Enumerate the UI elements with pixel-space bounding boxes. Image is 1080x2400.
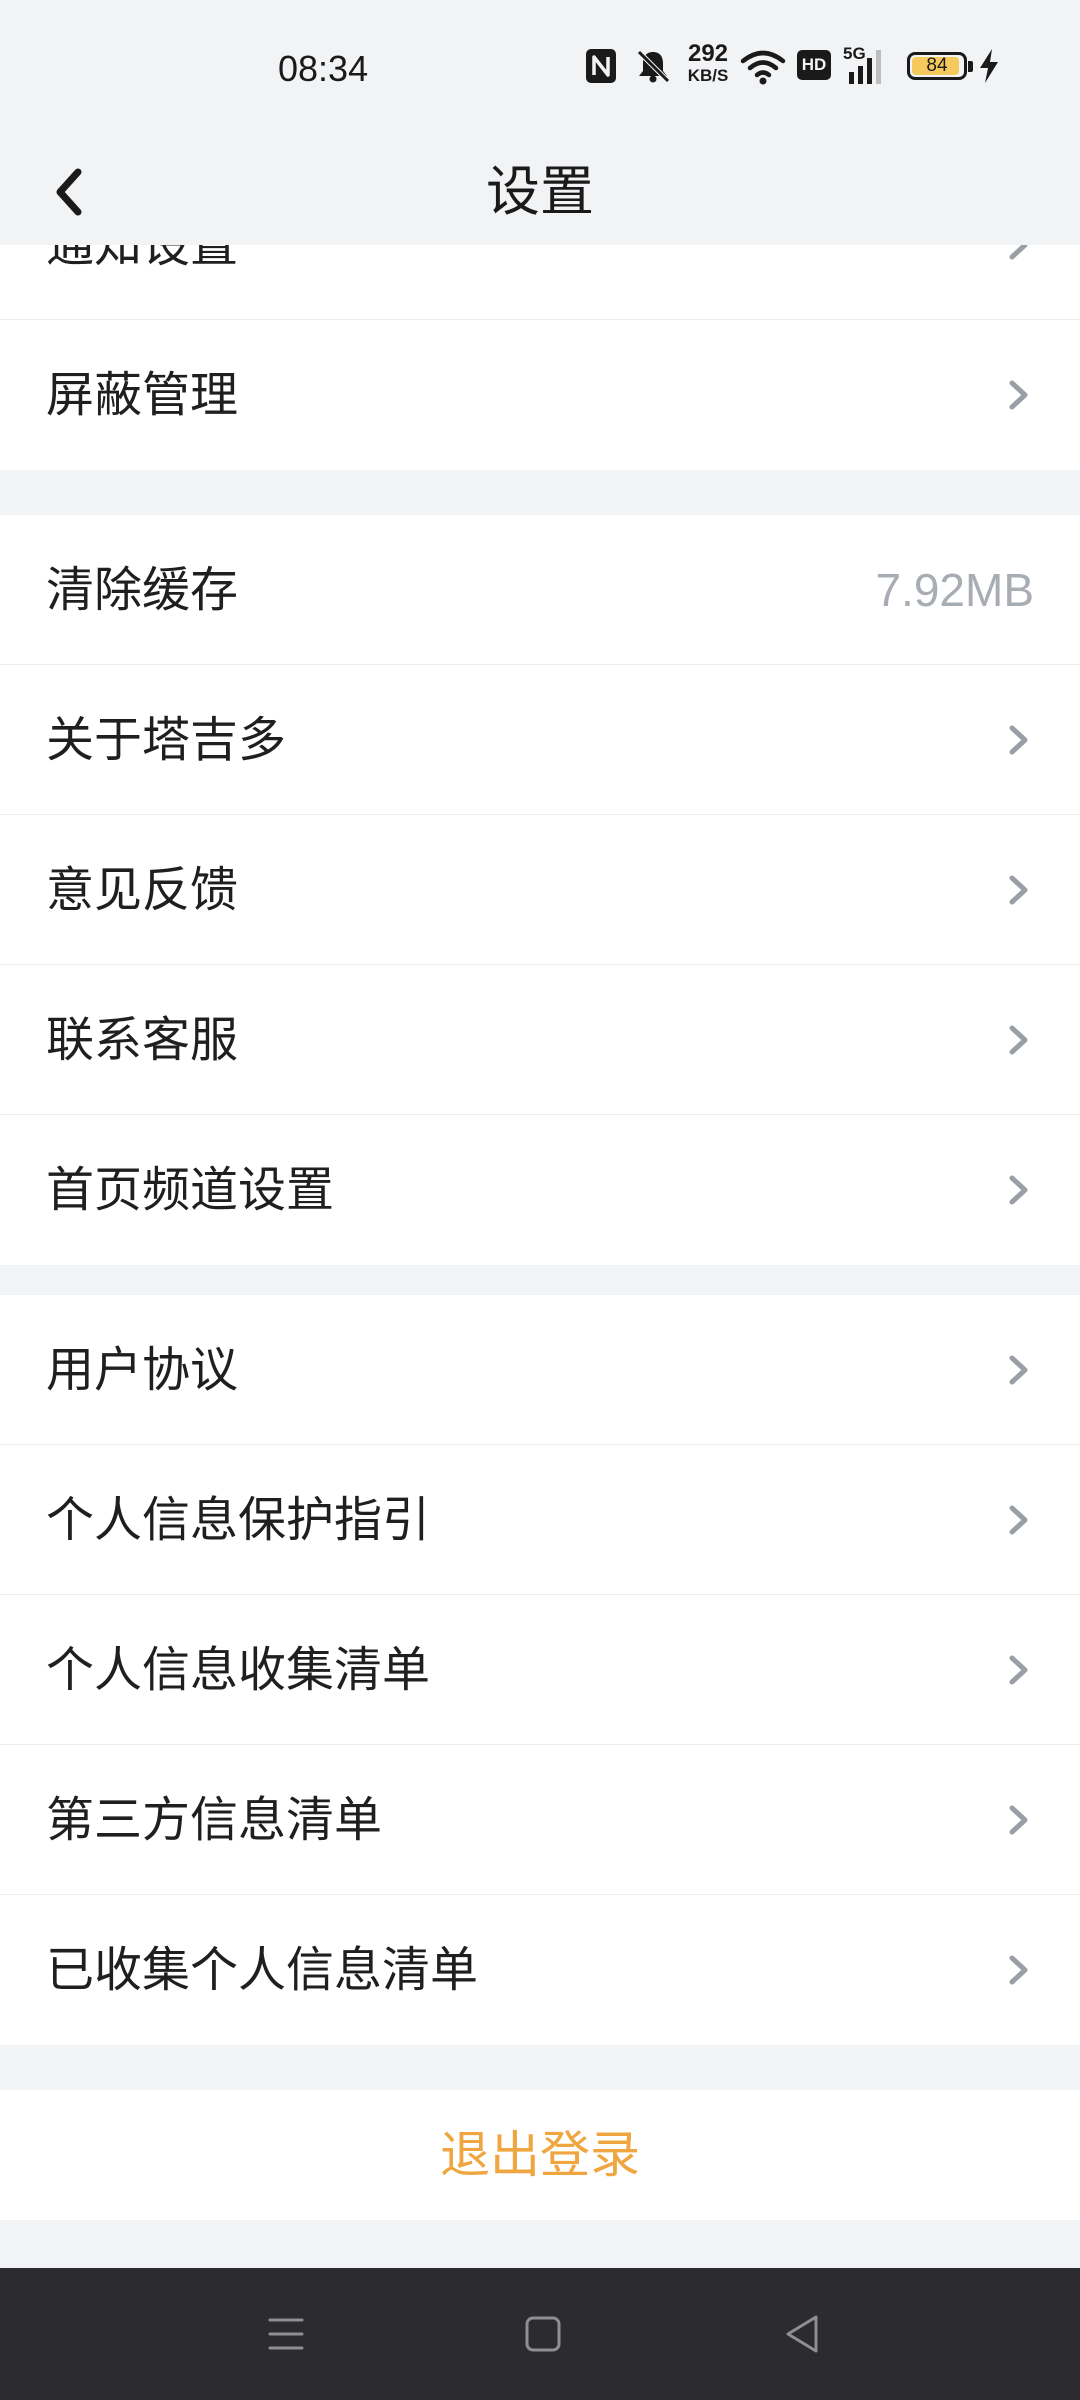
- setting-row-contact-support[interactable]: 联系客服: [0, 965, 1080, 1115]
- chevron-right-icon: [1009, 725, 1028, 755]
- setting-label: 个人信息保护指引: [46, 1492, 431, 1548]
- chevron-right-icon: [1009, 1655, 1028, 1685]
- chevron-right-icon: [1009, 1955, 1028, 1985]
- cache-size-value: 7.92MB: [875, 564, 1034, 616]
- status-bar: 08:34 292 KB/S HD 5G 84: [0, 0, 1080, 140]
- menu-icon[interactable]: [256, 2304, 316, 2364]
- setting-row-info-collection-list[interactable]: 个人信息收集清单: [0, 1595, 1080, 1745]
- setting-row-notification-settings[interactable]: 通知设置: [0, 245, 1080, 320]
- setting-label: 关于塔吉多: [46, 712, 287, 768]
- logout-button[interactable]: 退出登录: [0, 2090, 1080, 2220]
- status-time: 08:34: [278, 48, 369, 89]
- setting-row-user-agreement[interactable]: 用户协议: [0, 1295, 1080, 1445]
- setting-label: 清除缓存: [46, 562, 239, 618]
- settings-group-privacy: 用户协议 个人信息保护指引 个人信息收集清单 第三方信息清单 已收集个人信息清单: [0, 1295, 1080, 2045]
- setting-label: 联系客服: [46, 1012, 239, 1068]
- battery-cap: [968, 61, 973, 72]
- header: 设置: [0, 140, 1080, 245]
- chevron-right-icon: [1009, 875, 1028, 905]
- setting-label: 第三方信息清单: [46, 1792, 383, 1848]
- setting-label: 首页频道设置: [46, 1162, 335, 1218]
- setting-row-feedback[interactable]: 意见反馈: [0, 815, 1080, 965]
- setting-row-clear-cache[interactable]: 清除缓存 7.92MB: [0, 515, 1080, 665]
- setting-row-privacy-guide[interactable]: 个人信息保护指引: [0, 1445, 1080, 1595]
- chevron-right-icon: [1009, 380, 1028, 410]
- setting-label: 通知设置: [46, 245, 239, 273]
- battery-icon: 84: [907, 52, 973, 80]
- page-title: 设置: [486, 160, 594, 223]
- chevron-right-icon: [1009, 1505, 1028, 1535]
- settings-group-general: 清除缓存 7.92MB 关于塔吉多 意见反馈 联系客服 首页频道设置: [0, 515, 1080, 1265]
- setting-row-third-party-list[interactable]: 第三方信息清单: [0, 1745, 1080, 1895]
- chevron-right-icon: [1009, 1175, 1028, 1205]
- settings-list: 通知设置 屏蔽管理 清除缓存 7.92MB 关于塔吉多 意见反馈 联系客服 首页…: [0, 245, 1080, 2195]
- setting-label: 意见反馈: [46, 862, 239, 918]
- setting-label: 个人信息收集清单: [46, 1642, 431, 1698]
- setting-label: 已收集个人信息清单: [46, 1942, 479, 1998]
- home-icon[interactable]: [513, 2304, 573, 2364]
- setting-label: 用户协议: [46, 1342, 239, 1398]
- chevron-right-icon: [1009, 245, 1028, 260]
- chevron-right-icon: [1009, 1805, 1028, 1835]
- network-speed-unit: KB/S: [687, 66, 729, 85]
- battery-level: 84: [926, 55, 948, 76]
- chevron-right-icon: [1009, 1025, 1028, 1055]
- settings-group-notifications: 通知设置 屏蔽管理: [0, 245, 1080, 470]
- settings-screen: 08:34 292 KB/S HD 5G 84 设置 通知设置 屏蔽管理 清除缓…: [0, 0, 1080, 2400]
- setting-label: 屏蔽管理: [46, 367, 239, 423]
- setting-row-collected-info-list[interactable]: 已收集个人信息清单: [0, 1895, 1080, 2045]
- wifi-icon: [740, 50, 786, 85]
- system-nav-bar: [0, 2268, 1080, 2400]
- setting-row-block-management[interactable]: 屏蔽管理: [0, 320, 1080, 470]
- back-triangle-icon[interactable]: [772, 2304, 832, 2364]
- setting-row-about[interactable]: 关于塔吉多: [0, 665, 1080, 815]
- nfc-icon: [586, 49, 616, 83]
- charging-icon: [980, 49, 998, 83]
- hd-icon: HD: [797, 50, 831, 80]
- chevron-right-icon: [1009, 1355, 1028, 1385]
- network-speed: 292 KB/S: [683, 42, 733, 86]
- setting-row-home-channel[interactable]: 首页频道设置: [0, 1115, 1080, 1265]
- network-speed-value: 292: [687, 40, 729, 67]
- bell-mute-icon: [637, 50, 670, 83]
- signal-icon: [849, 50, 881, 84]
